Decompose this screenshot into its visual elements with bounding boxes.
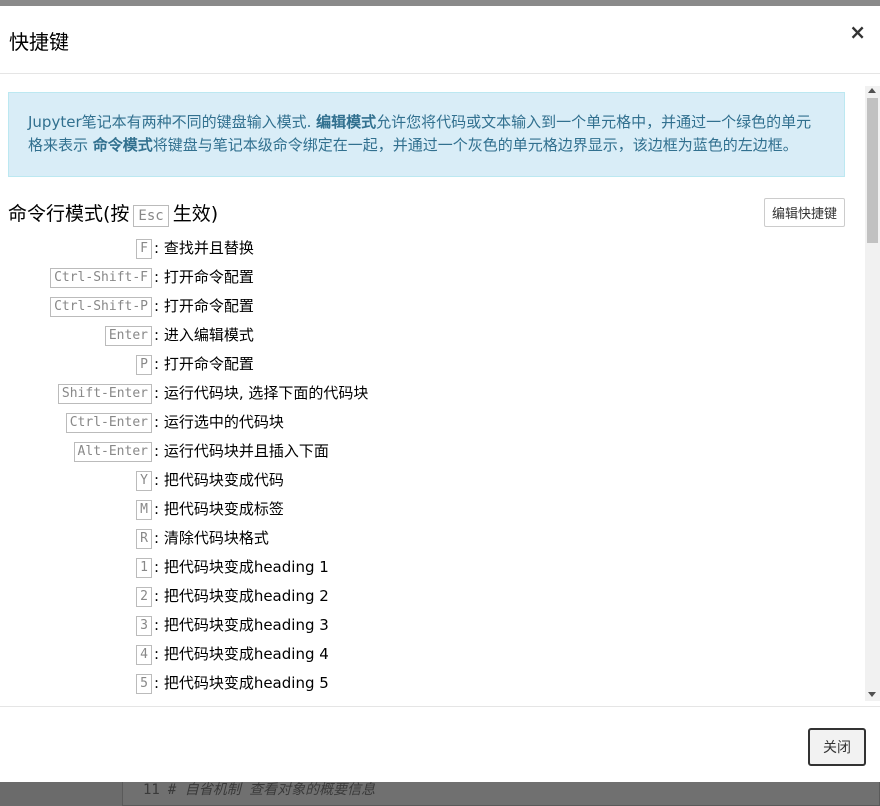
shortcut-key-wrap: 1 — [136, 556, 152, 578]
modal-footer: 关闭 — [0, 706, 880, 782]
shortcut-key-wrap: Shift-Enter — [57, 382, 152, 404]
shortcut-key: F — [136, 239, 152, 259]
shortcut-row: Enter: 进入编辑模式 — [8, 322, 845, 351]
shortcut-row: 1: 把代码块变成heading 1 — [8, 554, 845, 583]
shortcut-key-wrap: Ctrl-Shift-F — [50, 266, 152, 288]
shortcut-key-wrap: 2 — [136, 585, 152, 607]
shortcut-description: : 把代码块变成heading 3 — [154, 616, 329, 634]
shortcut-list: F: 查找并且替换 Ctrl-Shift-F: 打开命令配置 Ctrl-Shift-… — [8, 235, 845, 699]
shortcut-key-wrap: M — [136, 498, 152, 520]
close-button[interactable]: 关闭 — [808, 728, 866, 766]
shortcut-key: 4 — [136, 645, 152, 665]
shortcuts-modal: 快捷键 × Jupyter笔记本有两种不同的键盘输入模式. 编辑模式允许您将代码… — [0, 6, 880, 782]
cell-text: # 自省机制 查看对象的概要信息 — [167, 782, 376, 798]
shortcut-row: Ctrl-Shift-F: 打开命令配置 — [8, 264, 845, 293]
shortcut-key-wrap: Alt-Enter — [73, 440, 152, 462]
shortcut-row: 3: 把代码块变成heading 3 — [8, 612, 845, 641]
shortcut-row: Shift-Enter: 运行代码块, 选择下面的代码块 — [8, 380, 845, 409]
shortcut-key: 3 — [136, 616, 152, 636]
shortcut-row: Ctrl-Shift-P: 打开命令配置 — [8, 293, 845, 322]
info-edit-mode: 编辑模式 — [316, 113, 377, 131]
shortcut-key-wrap: 3 — [136, 614, 152, 636]
command-mode-section-header: 命令行模式(按 Esc 生效) 编辑快捷键 — [8, 198, 845, 229]
shortcut-description: : 把代码块变成heading 1 — [154, 558, 329, 576]
shortcut-description: : 运行选中的代码块 — [154, 413, 284, 431]
shortcut-row: 2: 把代码块变成heading 2 — [8, 583, 845, 612]
shortcut-description: : 把代码块变成标签 — [154, 500, 284, 518]
modal-header: 快捷键 × — [0, 6, 880, 74]
modal-title: 快捷键 — [9, 30, 69, 54]
shortcut-key-wrap: F — [136, 237, 152, 259]
modal-body[interactable]: Jupyter笔记本有两种不同的键盘输入模式. 编辑模式允许您将代码或文本输入到… — [0, 74, 880, 706]
shortcut-description: : 把代码块变成代码 — [154, 471, 284, 489]
shortcut-key-wrap: R — [136, 527, 152, 549]
shortcut-description: : 运行代码块, 选择下面的代码块 — [154, 384, 369, 402]
shortcut-description: : 运行代码块并且插入下面 — [154, 442, 329, 460]
modal-scroll-content: Jupyter笔记本有两种不同的键盘输入模式. 编辑模式允许您将代码或文本输入到… — [8, 92, 845, 699]
shortcut-description: : 打开命令配置 — [154, 268, 254, 286]
edit-shortcuts-button[interactable]: 编辑快捷键 — [763, 198, 845, 227]
esc-key-badge: Esc — [133, 205, 169, 227]
shortcut-description: : 查找并且替换 — [154, 239, 254, 257]
shortcut-key-wrap: Enter — [104, 324, 152, 346]
cell-number: 11 — [143, 782, 160, 798]
shortcut-key-wrap: 5 — [136, 672, 152, 694]
shortcut-key: Ctrl-Shift-P — [50, 297, 152, 317]
shortcut-key: 1 — [136, 558, 152, 578]
shortcut-key-wrap: Y — [136, 469, 152, 491]
shortcut-row: Alt-Enter: 运行代码块并且插入下面 — [8, 438, 845, 467]
info-text-1: Jupyter笔记本有两种不同的键盘输入模式. — [28, 113, 317, 131]
shortcut-row: 4: 把代码块变成heading 4 — [8, 641, 845, 670]
shortcut-key: M — [136, 500, 152, 520]
modal-scrollbar[interactable] — [865, 86, 880, 701]
shortcut-key: 2 — [136, 587, 152, 607]
shortcut-description: : 把代码块变成heading 5 — [154, 674, 329, 692]
shortcut-row: M: 把代码块变成标签 — [8, 496, 845, 525]
scroll-down-arrow-icon[interactable] — [868, 692, 876, 697]
shortcut-row: 5: 把代码块变成heading 5 — [8, 670, 845, 699]
shortcut-row: F: 查找并且替换 — [8, 235, 845, 264]
shortcut-key: Alt-Enter — [73, 442, 152, 462]
shortcut-description: : 进入编辑模式 — [154, 326, 254, 344]
shortcut-key: Enter — [104, 326, 152, 346]
shortcut-row: R: 清除代码块格式 — [8, 525, 845, 554]
section-title-suffix: 生效) — [172, 203, 219, 225]
shortcut-key: Y — [136, 471, 152, 491]
shortcut-description: : 清除代码块格式 — [154, 529, 269, 547]
shortcut-description: : 把代码块变成heading 2 — [154, 587, 329, 605]
shortcut-row: Y: 把代码块变成代码 — [8, 467, 845, 496]
shortcut-key: Shift-Enter — [57, 384, 152, 404]
info-command-mode: 命令模式 — [92, 136, 153, 154]
scroll-up-arrow-icon[interactable] — [868, 88, 876, 93]
shortcut-key-wrap: 4 — [136, 643, 152, 665]
shortcut-key: Ctrl-Shift-F — [50, 268, 152, 288]
shortcut-description: : 打开命令配置 — [154, 355, 254, 373]
info-text-3: 将键盘与笔记本级命令绑定在一起，并通过一个灰色的单元格边界显示，该边框为蓝色的左… — [152, 136, 798, 154]
mode-info-box: Jupyter笔记本有两种不同的键盘输入模式. 编辑模式允许您将代码或文本输入到… — [8, 92, 845, 177]
shortcut-description: : 打开命令配置 — [154, 297, 254, 315]
section-title: 命令行模式(按 Esc 生效) — [8, 199, 218, 227]
shortcut-key-wrap: P — [136, 353, 152, 375]
shortcut-key-wrap: Ctrl-Shift-P — [50, 295, 152, 317]
shortcut-description: : 把代码块变成heading 4 — [154, 645, 329, 663]
scrollbar-thumb[interactable] — [867, 98, 878, 243]
shortcut-row: Ctrl-Enter: 运行选中的代码块 — [8, 409, 845, 438]
shortcut-row: P: 打开命令配置 — [8, 351, 845, 380]
shortcut-key: R — [136, 529, 152, 549]
shortcut-key: Ctrl-Enter — [65, 413, 152, 433]
shortcut-key-wrap: Ctrl-Enter — [65, 411, 152, 433]
section-title-prefix: 命令行模式(按 — [8, 203, 130, 225]
shortcut-key: P — [136, 355, 152, 375]
close-icon[interactable]: × — [849, 20, 866, 44]
shortcut-key: 5 — [136, 674, 152, 694]
